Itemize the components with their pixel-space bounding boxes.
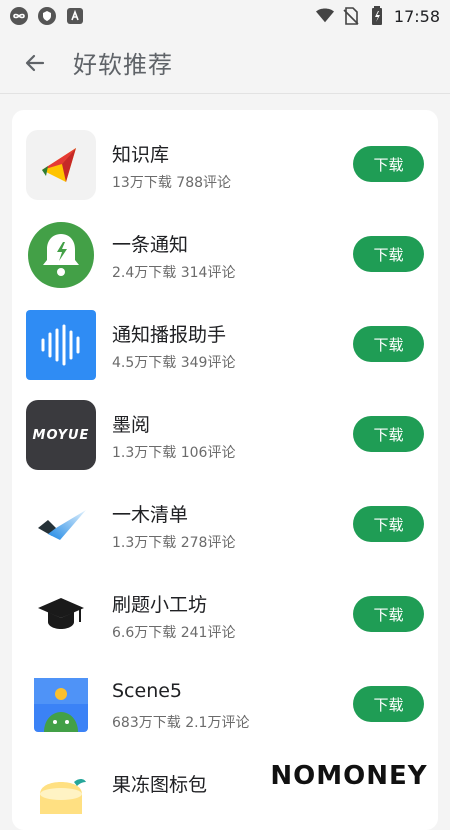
download-button[interactable]: 下载 bbox=[353, 506, 424, 542]
app-name: 果冻图标包 bbox=[112, 774, 208, 796]
app-name: Scene5 bbox=[112, 680, 183, 702]
app-name: 墨阅 bbox=[112, 414, 151, 436]
app-name: 一木清单 bbox=[112, 504, 189, 526]
download-button[interactable]: 下载 bbox=[353, 596, 424, 632]
battery-icon bbox=[368, 6, 386, 25]
jelly-icon bbox=[26, 760, 96, 830]
app-meta: 6.6万下载 241评论 bbox=[112, 625, 236, 641]
download-button[interactable]: 下载 bbox=[353, 236, 424, 272]
app-meta: 2.4万下载 314评论 bbox=[112, 265, 236, 281]
list-item[interactable]: 一条通知 2.4万下载 314评论 下载 bbox=[12, 200, 438, 290]
page-title: 好软推荐 bbox=[73, 51, 173, 79]
app-list-card: 知识库 13万下载 788评论 下载 一条通知 2.4万下载 314评论 下载 bbox=[12, 110, 438, 830]
list-item[interactable]: 知识库 13万下载 788评论 下载 bbox=[12, 110, 438, 200]
arrow-left-icon bbox=[25, 54, 45, 71]
android-icon bbox=[26, 670, 96, 740]
app-meta: 1.3万下载 278评论 bbox=[112, 535, 236, 551]
status-right: 17:58 bbox=[315, 6, 440, 26]
app-bar: 好软推荐 bbox=[0, 32, 450, 94]
status-bar: 17:58 bbox=[0, 0, 450, 32]
download-button[interactable]: 下载 bbox=[353, 146, 424, 182]
checkmark-logo bbox=[26, 490, 96, 560]
wifi-icon bbox=[315, 7, 334, 25]
list-item[interactable]: MOYUE 墨阅 1.3万下载 106评论 下载 bbox=[12, 380, 438, 470]
app-meta: 13万下载 788评论 bbox=[112, 175, 232, 191]
graduation-cap-icon bbox=[26, 580, 96, 650]
infinity-icon bbox=[10, 7, 28, 25]
status-left bbox=[10, 7, 84, 25]
app-meta: 683万下载 2.1万评论 bbox=[112, 715, 250, 731]
watermark: NOMONEY bbox=[270, 752, 427, 800]
waveform-icon bbox=[26, 310, 96, 380]
list-item[interactable]: 刷题小工坊 6.6万下载 241评论 下载 bbox=[12, 560, 438, 650]
watermark-text: NOMONEY bbox=[270, 761, 428, 791]
moyue-logo: MOYUE bbox=[26, 400, 96, 470]
download-button[interactable]: 下载 bbox=[353, 326, 424, 362]
app-name: 通知播报助手 bbox=[112, 324, 227, 346]
no-sim-icon bbox=[342, 7, 360, 25]
list-item[interactable]: Scene5 683万下载 2.1万评论 下载 bbox=[12, 650, 438, 740]
app-meta: 4.5万下载 349评论 bbox=[112, 355, 236, 371]
shield-icon bbox=[38, 7, 56, 25]
bell-icon bbox=[26, 220, 96, 290]
back-button[interactable] bbox=[15, 43, 55, 83]
list-item[interactable]: 通知播报助手 4.5万下载 349评论 下载 bbox=[12, 290, 438, 380]
app-name: 一条通知 bbox=[112, 234, 189, 256]
status-time: 17:58 bbox=[393, 6, 440, 26]
moyue-logo-text: MOYUE bbox=[32, 427, 90, 443]
app-meta: 1.3万下载 106评论 bbox=[112, 445, 236, 461]
app-name: 知识库 bbox=[112, 144, 170, 166]
font-a-icon bbox=[66, 7, 84, 25]
zhishiku-logo bbox=[26, 130, 96, 200]
download-button[interactable]: 下载 bbox=[353, 416, 424, 452]
list-item[interactable]: 一木清单 1.3万下载 278评论 下载 bbox=[12, 470, 438, 560]
download-button[interactable]: 下载 bbox=[353, 686, 424, 722]
app-name: 刷题小工坊 bbox=[112, 594, 208, 616]
